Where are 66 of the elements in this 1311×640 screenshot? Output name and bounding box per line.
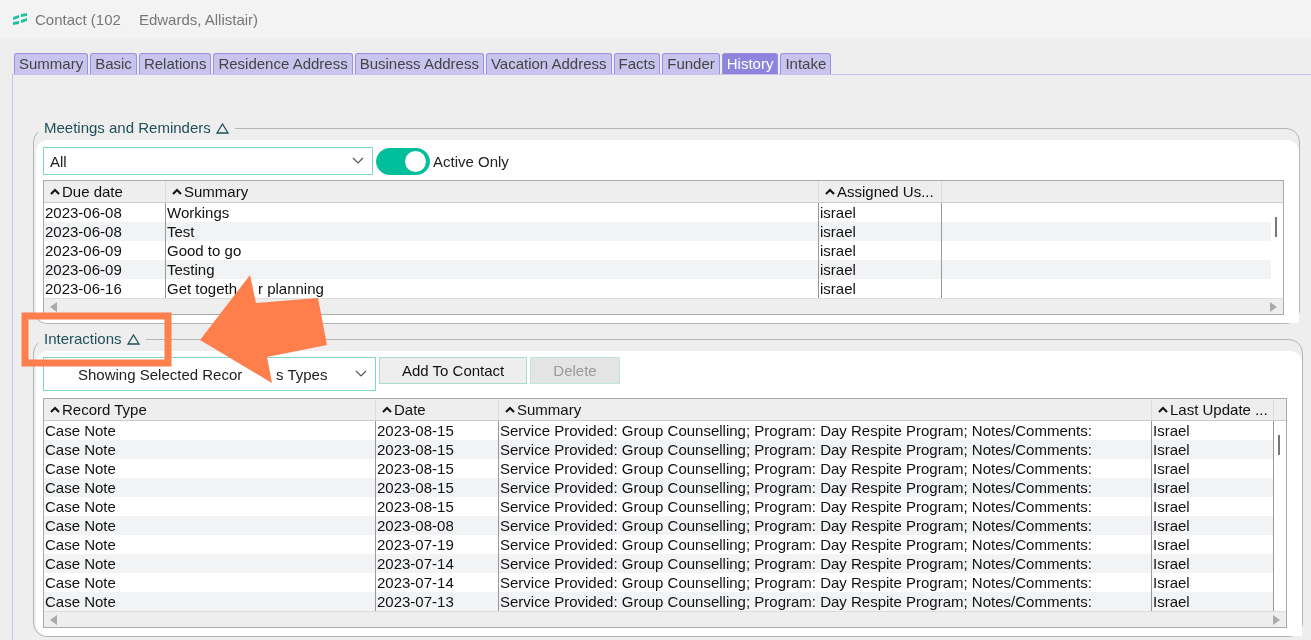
sort-caret-icon [382, 406, 392, 413]
table-cell: Case Note [44, 554, 376, 573]
table-cell: Case Note [44, 516, 376, 535]
scroll-left-icon[interactable] [50, 614, 57, 625]
chevron-down-icon [352, 157, 364, 165]
window-subtitle: Edwards, Allistair) [138, 10, 259, 28]
sort-caret-icon [825, 188, 835, 195]
dropdown[interactable]: All [43, 147, 373, 175]
window-title: Contact (102 [35, 10, 121, 28]
table-cell: Test [166, 222, 819, 241]
table-row[interactable]: Case Note 2023-08-15 Service Provided: Group Counselling; Program: Day Respite Program; Notes/Comments: Israel [44, 478, 1274, 497]
group-title: Meetings and Reminders [44, 119, 211, 137]
tab[interactable]: Facts [613, 53, 661, 74]
table-row[interactable]: 2023-06-09 Testing israel [44, 260, 1271, 279]
table-cell: Service Provided: Group Counselling; Program: Day Respite Program; Notes/Comments: [499, 478, 1152, 497]
table-cell: Service Provided: Group Counselling; Program: Day Respite Program; Notes/Comments: [499, 516, 1152, 535]
table-cell: israel [819, 260, 942, 279]
column-header[interactable]: Date [376, 399, 499, 420]
scroll-right-icon[interactable] [1270, 301, 1277, 312]
collapse-triangle-icon[interactable] [215, 122, 229, 134]
table-row[interactable]: 2023-06-08 Test israel [44, 222, 1271, 241]
column-header[interactable]: Due date [44, 181, 166, 202]
group-title: Interactions [44, 330, 122, 348]
scroll-left-icon[interactable] [50, 301, 57, 312]
table-row[interactable]: Case Note 2023-07-14 Service Provided: Group Counselling; Program: Day Respite Program; Notes/Comments: Israel [44, 554, 1274, 573]
table-cell: Case Note [44, 440, 376, 459]
table-cell: 2023-07-14 [376, 554, 499, 573]
sort-caret-icon [172, 188, 182, 195]
tab[interactable]: Residence Address [213, 53, 353, 74]
table-cell: 2023-06-08 [44, 222, 166, 241]
tab[interactable]: Relations [138, 53, 212, 74]
column-header[interactable]: Record Type [44, 399, 376, 420]
table-cell: 2023-06-09 [44, 260, 166, 279]
table-cell: 2023-08-08 [376, 516, 499, 535]
column-header[interactable]: Assigned Us... [819, 181, 942, 202]
scroll-right-icon[interactable] [1273, 614, 1280, 625]
table-cell: Service Provided: Group Counselling; Program: Day Respite Program; Notes/Comments: [499, 440, 1152, 459]
tab[interactable]: Business Address [354, 53, 484, 74]
tab[interactable]: Funder [662, 53, 720, 74]
table-cell: 2023-08-15 [376, 478, 499, 497]
column-header[interactable]: Summary [499, 399, 1152, 420]
action-button[interactable]: Add To Contact [379, 357, 528, 384]
horizontal-scrollbar[interactable] [44, 611, 1286, 627]
chevron-down-icon [355, 370, 367, 378]
table-row[interactable]: Case Note 2023-07-13 Service Provided: Group Counselling; Program: Day Respite Program; Notes/Comments: Israel [44, 592, 1274, 611]
table-cell: 2023-08-15 [376, 440, 499, 459]
sort-caret-icon [50, 188, 60, 195]
table-cell: Case Note [44, 478, 376, 497]
table-row[interactable]: Case Note 2023-08-08 Service Provided: Group Counselling; Program: Day Respite Program; Notes/Comments: Israel [44, 516, 1274, 535]
tab[interactable]: Intake [780, 53, 832, 74]
column-header[interactable]: Summary [166, 181, 819, 202]
tab[interactable]: Basic [90, 53, 137, 74]
collapse-triangle-icon[interactable] [126, 333, 140, 345]
tab[interactable]: Summary [14, 53, 89, 74]
column-header[interactable]: Last Update ... [1152, 399, 1274, 420]
app-logo-icon [13, 13, 27, 25]
table-cell: israel [819, 222, 942, 241]
toggle-label: Active Only [433, 152, 509, 170]
sort-caret-icon [505, 406, 515, 413]
sort-caret-icon [1158, 406, 1168, 413]
sort-caret-icon [50, 406, 60, 413]
table-row[interactable]: Case Note 2023-08-15 Service Provided: Group Counselling; Program: Day Respite Program; Notes/Comments: Israel [44, 440, 1274, 459]
horizontal-scrollbar[interactable] [44, 298, 1283, 314]
tab[interactable]: Vacation Address [485, 53, 612, 74]
table-cell: Service Provided: Group Counselling; Program: Day Respite Program; Notes/Comments: [499, 554, 1152, 573]
toggle-switch[interactable] [376, 147, 430, 175]
